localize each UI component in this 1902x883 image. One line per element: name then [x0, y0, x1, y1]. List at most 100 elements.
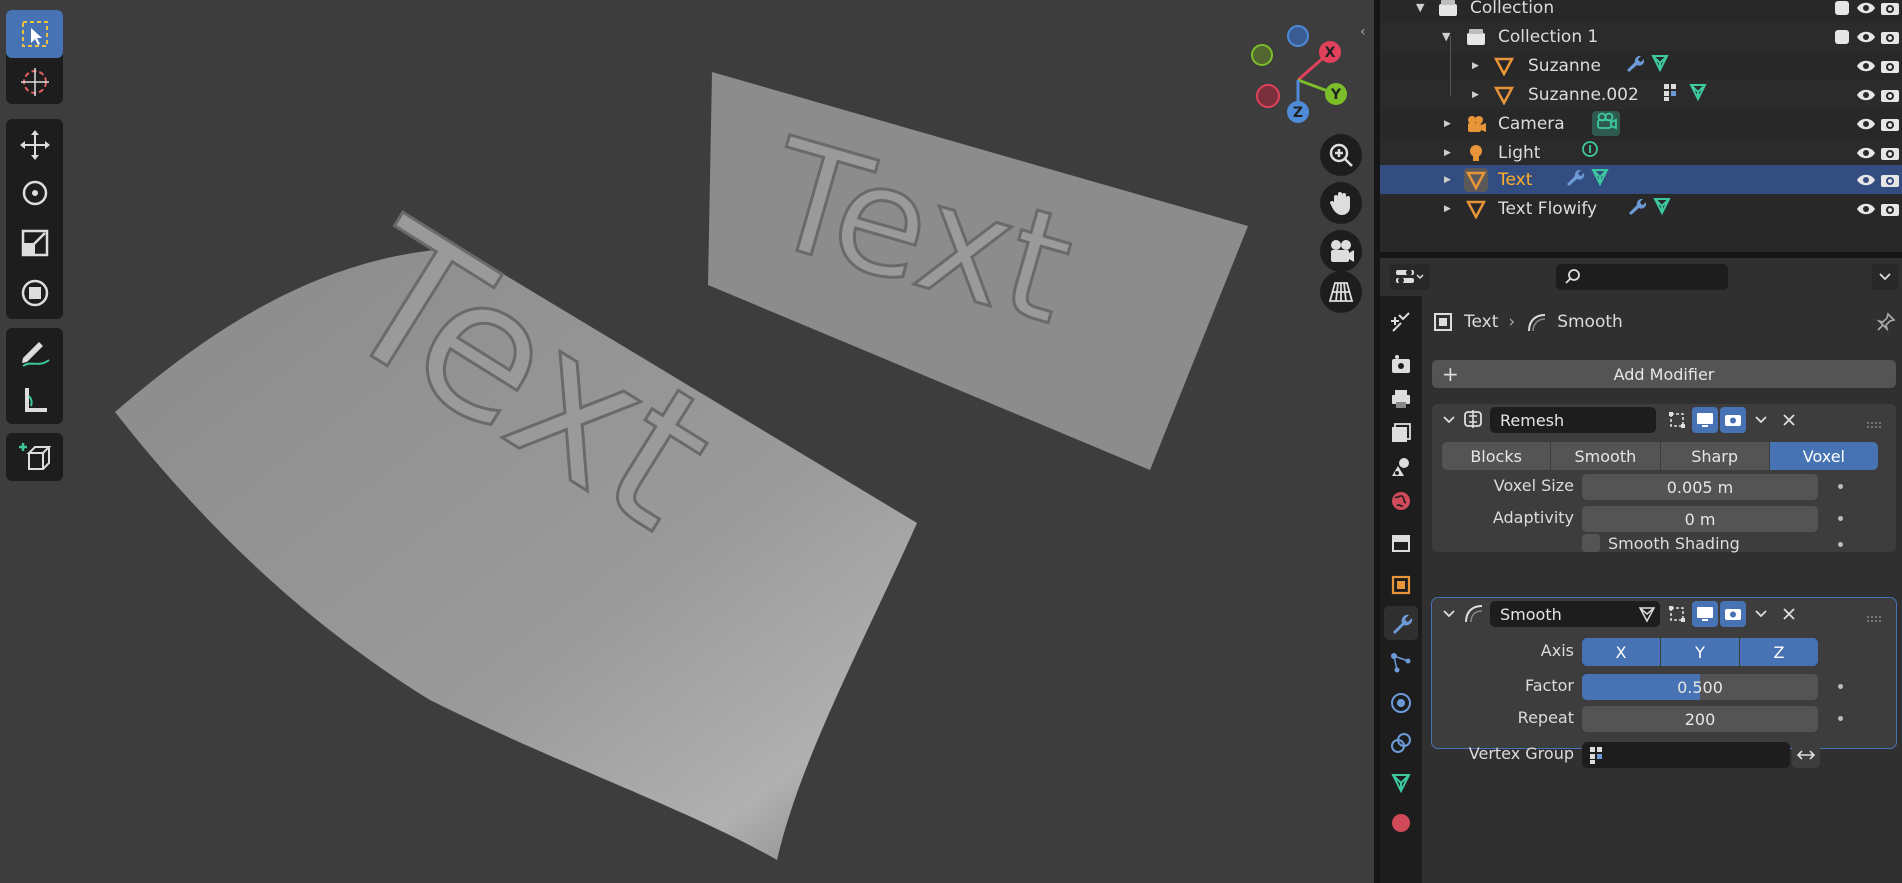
smooth-shading-checkbox[interactable]	[1582, 534, 1600, 552]
drag-handle-icon[interactable]	[1866, 608, 1882, 628]
pan-button[interactable]	[1320, 182, 1362, 224]
expand-arrow-icon[interactable]: ▶	[1444, 175, 1451, 185]
mesh-data-icon[interactable]	[1652, 196, 1672, 221]
axis-x-toggle[interactable]: X	[1582, 638, 1661, 666]
expand-arrow-icon[interactable]: ▶	[1472, 90, 1479, 100]
tab-object[interactable]	[1384, 568, 1418, 602]
pin-icon[interactable]	[1876, 312, 1896, 337]
wrench-icon[interactable]	[1624, 53, 1645, 78]
viewport-display-toggle[interactable]	[1692, 407, 1718, 433]
eye-icon[interactable]	[1854, 55, 1878, 77]
transform-tool[interactable]	[6, 269, 63, 317]
outliner-row-collection[interactable]: ▼ Collection	[1380, 0, 1902, 22]
tab-collection[interactable]	[1384, 526, 1418, 560]
outliner-row-suzanne-002[interactable]: ▶ Suzanne.002	[1380, 80, 1902, 109]
tab-constraints[interactable]	[1384, 726, 1418, 760]
editmode-toggle[interactable]	[1664, 407, 1690, 433]
viewport-display-toggle[interactable]	[1692, 601, 1718, 627]
adaptivity-field[interactable]: 0 m	[1582, 506, 1818, 532]
render-camera-icon[interactable]	[1878, 55, 1902, 77]
mode-voxel[interactable]: Voxel	[1769, 442, 1878, 470]
move-tool[interactable]	[6, 121, 63, 169]
tab-render[interactable]	[1384, 348, 1418, 382]
3d-viewport[interactable]: Text Text X Y Z ‹	[0, 0, 1374, 883]
drag-handle-icon[interactable]	[1866, 414, 1882, 434]
keyframe-dot-icon[interactable]	[1838, 684, 1843, 689]
mesh-data-icon[interactable]	[1650, 53, 1670, 78]
axis-y-toggle[interactable]: Y	[1661, 638, 1740, 666]
vertex-group-field[interactable]	[1582, 742, 1790, 768]
axis-z-toggle[interactable]: Z	[1740, 638, 1818, 666]
sidebar-toggle-arrow[interactable]: ‹	[1360, 24, 1366, 40]
outliner-row-collection-1[interactable]: ▼ Collection 1	[1380, 22, 1902, 51]
render-camera-icon[interactable]	[1878, 198, 1902, 220]
camera-view-button[interactable]	[1320, 230, 1362, 272]
light-data-icon[interactable]	[1580, 140, 1600, 165]
render-toggle[interactable]	[1720, 601, 1746, 627]
outliner-row-text-flowify[interactable]: ▶ Text Flowify	[1380, 194, 1902, 223]
smooth-dropdown[interactable]	[1748, 601, 1774, 627]
keyframe-dot-icon[interactable]	[1838, 484, 1843, 489]
axis-gizmo[interactable]: X Y Z	[1240, 20, 1360, 130]
wrench-icon[interactable]	[1626, 196, 1647, 221]
collapse-chevron-icon[interactable]	[1442, 412, 1456, 432]
tab-physics[interactable]	[1384, 686, 1418, 720]
render-camera-icon[interactable]	[1878, 142, 1902, 164]
expand-arrow-icon[interactable]: ▶	[1444, 119, 1451, 129]
tab-data[interactable]	[1384, 766, 1418, 800]
options-dropdown[interactable]	[1872, 264, 1898, 290]
mode-blocks[interactable]: Blocks	[1442, 442, 1552, 470]
eye-icon[interactable]	[1854, 84, 1878, 106]
camera-data-icon[interactable]	[1592, 111, 1620, 136]
tab-output[interactable]	[1384, 382, 1418, 416]
outliner-row-camera[interactable]: ▶ Camera	[1380, 109, 1902, 138]
editor-type-dropdown[interactable]	[1390, 264, 1430, 290]
exclude-checkbox[interactable]	[1830, 0, 1854, 19]
measure-tool[interactable]	[6, 376, 63, 424]
tab-scene[interactable]	[1384, 450, 1418, 484]
tab-modifiers[interactable]	[1384, 606, 1418, 640]
render-toggle[interactable]	[1720, 407, 1746, 433]
render-camera-icon[interactable]	[1878, 0, 1902, 19]
tab-world[interactable]	[1384, 484, 1418, 518]
eye-icon[interactable]	[1854, 142, 1878, 164]
search-input[interactable]	[1556, 264, 1728, 290]
rotate-tool[interactable]	[6, 169, 63, 217]
mesh-data-icon[interactable]	[1590, 167, 1610, 192]
editmode-toggle[interactable]	[1664, 601, 1690, 627]
expand-arrow-icon[interactable]: ▶	[1444, 148, 1451, 158]
mesh-data-icon[interactable]	[1688, 82, 1708, 107]
exclude-checkbox[interactable]	[1830, 26, 1854, 48]
expand-arrow-icon[interactable]: ▶	[1444, 204, 1451, 214]
remesh-delete-button[interactable]	[1776, 407, 1802, 433]
remesh-name-field[interactable]: Remesh	[1490, 407, 1656, 433]
scale-tool[interactable]	[6, 219, 63, 267]
eye-icon[interactable]	[1854, 169, 1878, 191]
zoom-button[interactable]	[1320, 134, 1362, 176]
render-camera-icon[interactable]	[1878, 169, 1902, 191]
expand-arrow-icon[interactable]: ▶	[1472, 61, 1479, 71]
outliner-row-light[interactable]: ▶ Light	[1380, 138, 1902, 167]
add-modifier-button[interactable]: + Add Modifier	[1432, 360, 1896, 388]
on-cage-toggle[interactable]	[1634, 601, 1660, 627]
render-camera-icon[interactable]	[1878, 84, 1902, 106]
tab-view-layer[interactable]	[1384, 416, 1418, 450]
tab-particles[interactable]	[1384, 646, 1418, 680]
voxel-size-field[interactable]: 0.005 m	[1582, 474, 1818, 500]
tab-tool[interactable]	[1384, 306, 1418, 340]
repeat-field[interactable]: 200	[1582, 706, 1818, 732]
tab-material[interactable]	[1384, 806, 1418, 840]
wrench-icon[interactable]	[1564, 167, 1585, 192]
mode-sharp[interactable]: Sharp	[1660, 442, 1770, 470]
render-camera-icon[interactable]	[1878, 113, 1902, 135]
invert-vertex-group-button[interactable]	[1792, 742, 1820, 768]
vertex-group-icon[interactable]	[1662, 82, 1682, 107]
perspective-toggle-button[interactable]	[1320, 271, 1362, 313]
remesh-dropdown[interactable]	[1748, 407, 1774, 433]
mode-smooth[interactable]: Smooth	[1551, 442, 1661, 470]
annotate-tool[interactable]	[6, 328, 63, 376]
eye-icon[interactable]	[1854, 0, 1878, 19]
eye-icon[interactable]	[1854, 113, 1878, 135]
keyframe-dot-icon[interactable]	[1838, 716, 1843, 721]
select-box-tool[interactable]	[6, 10, 63, 58]
